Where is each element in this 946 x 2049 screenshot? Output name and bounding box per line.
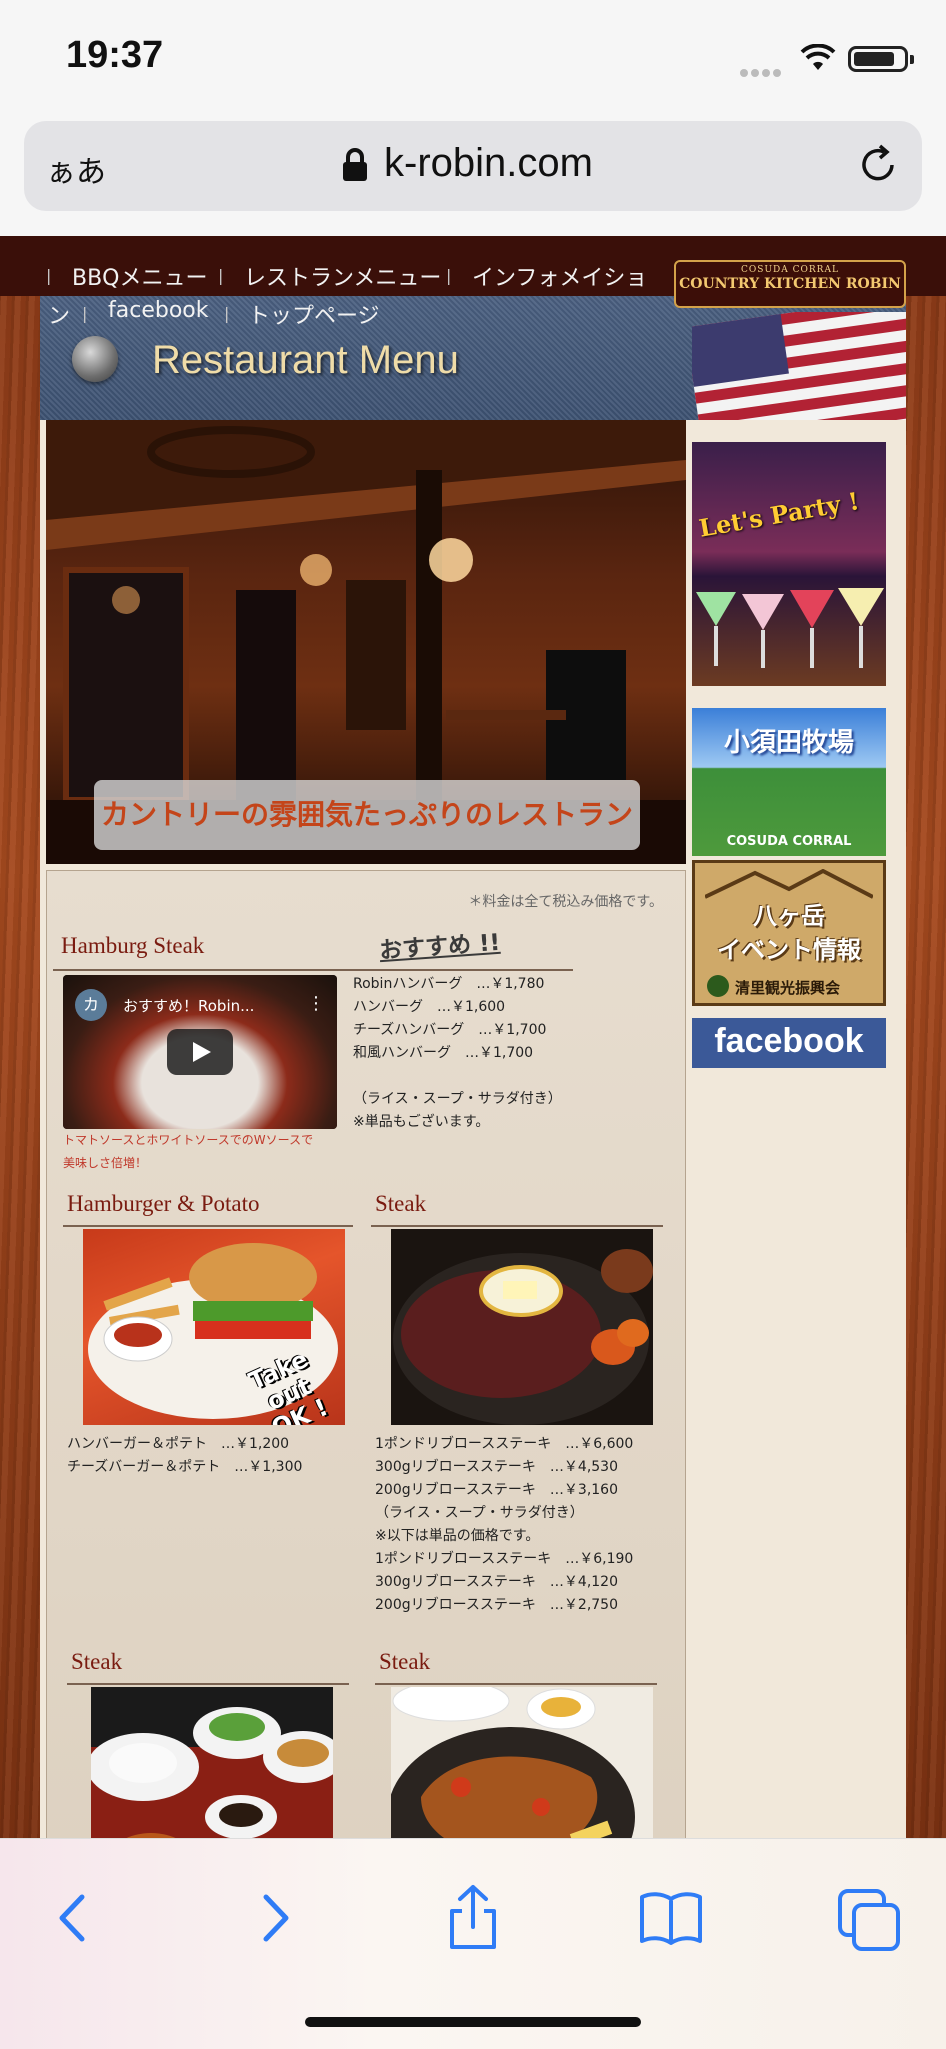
nav-restaurant-menu[interactable]: レストランメニュー — [244, 260, 441, 292]
grilled-chicken-illustration — [391, 1687, 635, 1838]
american-flag-image — [692, 312, 906, 420]
nav-separator: | — [82, 304, 88, 323]
steak-photo — [391, 1229, 653, 1425]
nav-separator: | — [446, 266, 452, 285]
tree-icon — [707, 975, 729, 997]
hero-caption: カントリーの雰囲気たっぷりのレストラン — [94, 780, 640, 850]
mountain-icon — [705, 869, 873, 899]
nav-separator: | — [46, 266, 52, 285]
video-title[interactable]: おすすめ！Robin... — [123, 995, 254, 1016]
signal-icon — [740, 62, 788, 77]
yatsugatake-event-banner[interactable]: 八ヶ岳 イベント情報 清里観光振興会 — [692, 860, 886, 1006]
logo-subtitle: COSUDA CORRAL — [741, 265, 839, 275]
facebook-logo-text: facebook — [714, 1022, 864, 1060]
hamburg-steak-title: Hamburg Steak — [61, 933, 205, 958]
osuda-ranch-title: 小須田牧場 — [723, 728, 854, 758]
forward-icon[interactable] — [240, 1883, 310, 1953]
restaurant-interior-photo: カントリーの雰囲気たっぷりのレストラン — [46, 420, 686, 864]
steak-title: Steak — [375, 1191, 427, 1216]
text-size-button[interactable]: ぁあ — [46, 147, 106, 191]
osuda-ranch-banner[interactable]: 小須田牧場 COSUDA CORRAL — [692, 708, 886, 856]
nav-information[interactable]: インフォメイショ — [472, 260, 647, 292]
reload-icon[interactable] — [856, 143, 900, 187]
battery-icon — [848, 46, 914, 72]
grilled-chicken-photo — [391, 1687, 653, 1838]
section-divider — [53, 969, 573, 971]
rivet-icon — [72, 336, 118, 382]
menu-panel: ＊料金は全て税込み価格です。 Hamburg Steak おすすめ !! カ お… — [46, 870, 686, 1838]
tax-note: ＊料金は全て税込み価格です。 — [468, 894, 663, 910]
cocktail-glasses-image — [696, 588, 884, 668]
section-divider — [375, 1683, 657, 1685]
osuda-ranch-subtitle: COSUDA CORRAL — [726, 834, 852, 849]
share-icon[interactable] — [438, 1883, 508, 1953]
yatsugatake-line1: 八ヶ岳 — [753, 902, 825, 930]
youtube-video[interactable]: カ おすすめ！Robin... ⋮ — [63, 975, 337, 1129]
site-logo[interactable]: COSUDA CORRAL COUNTRY KITCHEN ROBIN — [674, 260, 906, 308]
hamburger-potato-title: Hamburger & Potato — [67, 1191, 260, 1216]
status-time: 19:37 — [66, 34, 164, 76]
more-options-icon[interactable]: ⋮ — [307, 993, 325, 1014]
nav-bbq-menu[interactable]: BBQメニュー — [72, 260, 208, 292]
yatsugatake-org: 清里観光振興会 — [735, 979, 841, 997]
nav-top-page[interactable]: トップページ — [248, 298, 380, 330]
address-bar[interactable]: ぁあ k-robin.com — [24, 121, 922, 211]
yatsugatake-title: 八ヶ岳 イベント情報 — [695, 899, 883, 967]
hamburg-price-list: Robinハンバーグ …￥1,780 ハンバーグ …￥1,600 チーズハンバー… — [353, 976, 562, 1130]
status-bar: 19:37 — [0, 0, 946, 110]
steak-set-illustration — [91, 1687, 333, 1838]
nav-facebook[interactable]: facebook — [108, 298, 208, 323]
hamburger-price-list: ハンバーガー＆ポテト …￥1,200 チーズバーガー＆ポテト …￥1,300 — [67, 1436, 303, 1475]
recommend-label: おすすめ !! — [378, 929, 501, 965]
hamburg-note-2: 美味しさ倍増！ — [63, 1156, 148, 1170]
section-divider — [371, 1225, 663, 1227]
section-divider — [67, 1683, 349, 1685]
steak-illustration — [393, 1249, 653, 1425]
url-text[interactable]: k-robin.com — [384, 141, 593, 186]
main-content: カントリーの雰囲気たっぷりのレストラン Let's Party ! 小須田牧場 … — [40, 420, 906, 1838]
facebook-banner[interactable]: facebook — [692, 1018, 886, 1068]
section-divider — [63, 1225, 353, 1227]
steak-price-list: 1ポンドリブロースステーキ …￥6,600 300gリブロースステーキ …￥4,… — [375, 1436, 634, 1613]
web-page: | BBQメニュー | レストランメニュー | インフォメイショ Restaur… — [0, 236, 946, 1838]
page-title: Restaurant Menu — [152, 338, 459, 382]
tabs-icon[interactable] — [834, 1883, 904, 1953]
lock-icon — [343, 148, 367, 181]
back-icon[interactable] — [38, 1883, 108, 1953]
steak2-title: Steak — [71, 1649, 123, 1674]
lets-party-text: Let's Party ! — [696, 486, 862, 543]
bookmarks-icon[interactable] — [636, 1883, 706, 1953]
wifi-icon — [800, 44, 836, 70]
hamburg-note-1: トマトソースとホワイトソースでのWソースで — [63, 1133, 314, 1147]
nav-separator: | — [224, 304, 230, 323]
yatsugatake-line2: イベント情報 — [717, 936, 861, 964]
steak-set-photo — [91, 1687, 333, 1838]
nav-separator: | — [218, 266, 224, 285]
steak3-title: Steak — [379, 1649, 431, 1674]
nav-information-cont[interactable]: ン — [48, 298, 70, 330]
browser-toolbar — [0, 1838, 946, 2049]
play-button[interactable] — [167, 1029, 233, 1075]
home-indicator[interactable] — [305, 2017, 641, 2027]
channel-avatar[interactable]: カ — [75, 989, 107, 1021]
hamburger-photo: Take out OK ! — [83, 1229, 345, 1425]
lets-party-banner[interactable]: Let's Party ! — [692, 442, 886, 686]
logo-title: COUNTRY KITCHEN ROBIN — [679, 276, 901, 292]
